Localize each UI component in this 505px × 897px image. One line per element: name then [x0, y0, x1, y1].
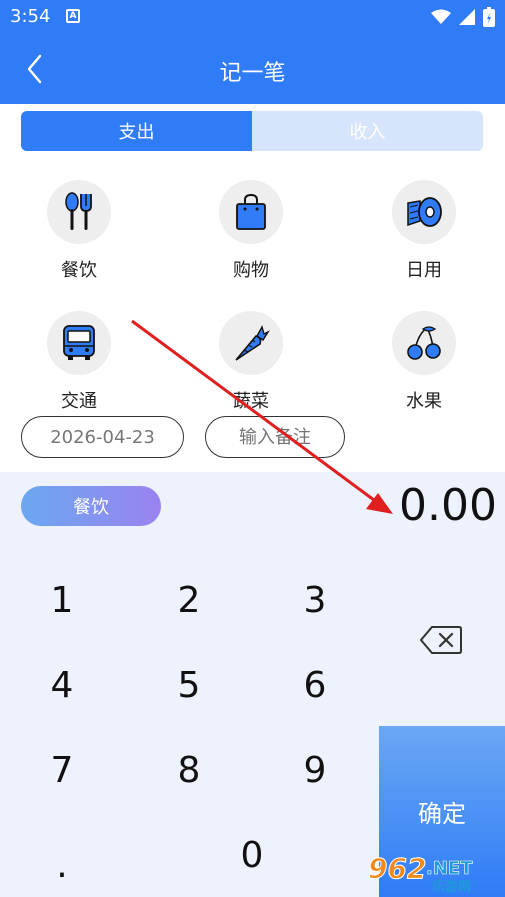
category-icon-circle	[219, 311, 283, 375]
svg-text:.NET: .NET	[426, 858, 473, 879]
tab-income[interactable]: 收入	[252, 111, 483, 151]
note-input[interactable]	[205, 416, 345, 458]
key-1[interactable]: 1	[22, 570, 102, 630]
watermark-logo: 962 .NET 乐游网	[366, 848, 501, 896]
key-dot[interactable]: .	[22, 835, 102, 895]
svg-text:962: 962	[368, 852, 426, 885]
carrot-icon	[235, 325, 270, 361]
category-icon-circle	[392, 180, 456, 244]
category-icon-circle	[219, 180, 283, 244]
key-6[interactable]: 6	[275, 655, 355, 715]
category-vegetables[interactable]: 蔬菜	[191, 311, 311, 413]
key-2[interactable]: 2	[149, 570, 229, 630]
category-label: 蔬菜	[233, 391, 269, 412]
category-fruit[interactable]: 水果	[364, 311, 484, 413]
status-icons	[431, 7, 495, 27]
category-label: 购物	[233, 260, 269, 281]
signal-icon	[459, 9, 475, 25]
key-8[interactable]: 8	[149, 740, 229, 800]
category-transport[interactable]: 交通	[19, 311, 139, 413]
category-daily[interactable]: 日用	[364, 180, 484, 282]
shopping-bag-icon	[236, 193, 266, 230]
bus-icon	[63, 325, 95, 360]
status-time: 3:54	[10, 6, 51, 27]
notification-a-icon: A	[66, 9, 80, 23]
cherry-icon	[407, 326, 441, 360]
key-0[interactable]: 0	[212, 825, 292, 885]
backspace-icon	[419, 626, 462, 654]
backspace-button[interactable]	[418, 622, 464, 658]
svg-text:乐游网: 乐游网	[432, 879, 471, 894]
category-label: 水果	[406, 391, 442, 412]
selected-category-chip: 餐饮	[21, 486, 161, 526]
key-9[interactable]: 9	[275, 740, 355, 800]
amount-display: 0.00	[399, 480, 497, 531]
type-tabs: 支出 收入	[21, 111, 483, 151]
key-3[interactable]: 3	[275, 570, 355, 630]
tab-expense[interactable]: 支出	[21, 111, 252, 151]
category-shopping[interactable]: 购物	[191, 180, 311, 282]
page-title: 记一笔	[219, 61, 286, 86]
category-icon-circle	[47, 180, 111, 244]
category-label: 交通	[61, 391, 97, 412]
key-4[interactable]: 4	[22, 655, 102, 715]
category-icon-circle	[392, 311, 456, 375]
wifi-icon	[431, 9, 451, 24]
key-7[interactable]: 7	[22, 740, 102, 800]
category-icon-circle	[47, 311, 111, 375]
app-header: 3:54 A 记一笔	[0, 0, 505, 104]
utensils-icon	[65, 192, 92, 230]
key-5[interactable]: 5	[149, 655, 229, 715]
battery-icon	[483, 7, 495, 27]
tissue-roll-icon	[407, 197, 442, 227]
category-label: 日用	[406, 260, 442, 281]
category-label: 餐饮	[61, 260, 97, 281]
category-dining[interactable]: 餐饮	[19, 180, 139, 282]
date-picker[interactable]: 2026-04-23	[21, 416, 184, 458]
